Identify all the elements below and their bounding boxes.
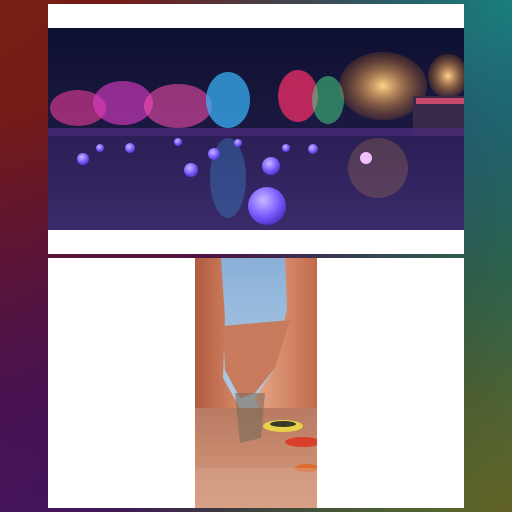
image-card-top[interactable] bbox=[48, 4, 464, 254]
night-garden-lights-photo bbox=[48, 28, 464, 230]
slot-canyon-photo bbox=[195, 258, 317, 508]
lights-scene bbox=[48, 28, 464, 230]
canyon-scene bbox=[195, 258, 317, 508]
image-card-bottom[interactable] bbox=[48, 258, 464, 508]
